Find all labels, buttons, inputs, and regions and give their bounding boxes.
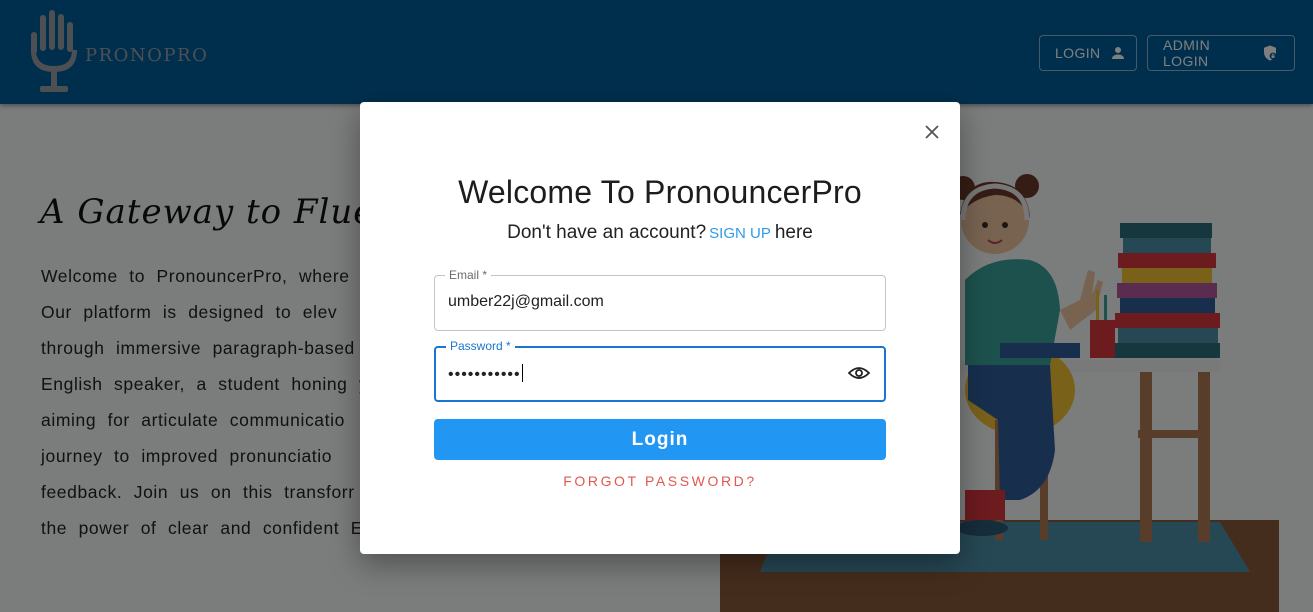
subtitle-prefix: Don't have an account? (507, 222, 707, 243)
text-caret (521, 364, 524, 382)
eye-icon[interactable] (848, 365, 870, 381)
password-value: ••••••••••• (448, 364, 524, 384)
email-field[interactable]: Email * umber22j@gmail.com (434, 268, 886, 331)
password-label: Password * (446, 339, 515, 353)
sign-up-link[interactable]: SIGN UP (709, 225, 771, 242)
email-label: Email * (445, 268, 492, 282)
dialog-subtitle: Don't have an account? SIGN UP here (360, 222, 960, 244)
dialog-title: Welcome To PronouncerPro (458, 174, 862, 210)
password-field[interactable]: Password * ••••••••••• (434, 339, 886, 402)
password-mask: ••••••••••• (448, 366, 521, 383)
close-icon[interactable] (920, 120, 944, 144)
forgot-password-link[interactable]: FORGOT PASSWORD? (360, 473, 960, 489)
subtitle-suffix: here (774, 222, 813, 243)
login-submit-button[interactable]: Login (434, 419, 886, 460)
login-dialog: Welcome To PronouncerPro Don't have an a… (360, 102, 960, 554)
email-value: umber22j@gmail.com (448, 293, 604, 310)
